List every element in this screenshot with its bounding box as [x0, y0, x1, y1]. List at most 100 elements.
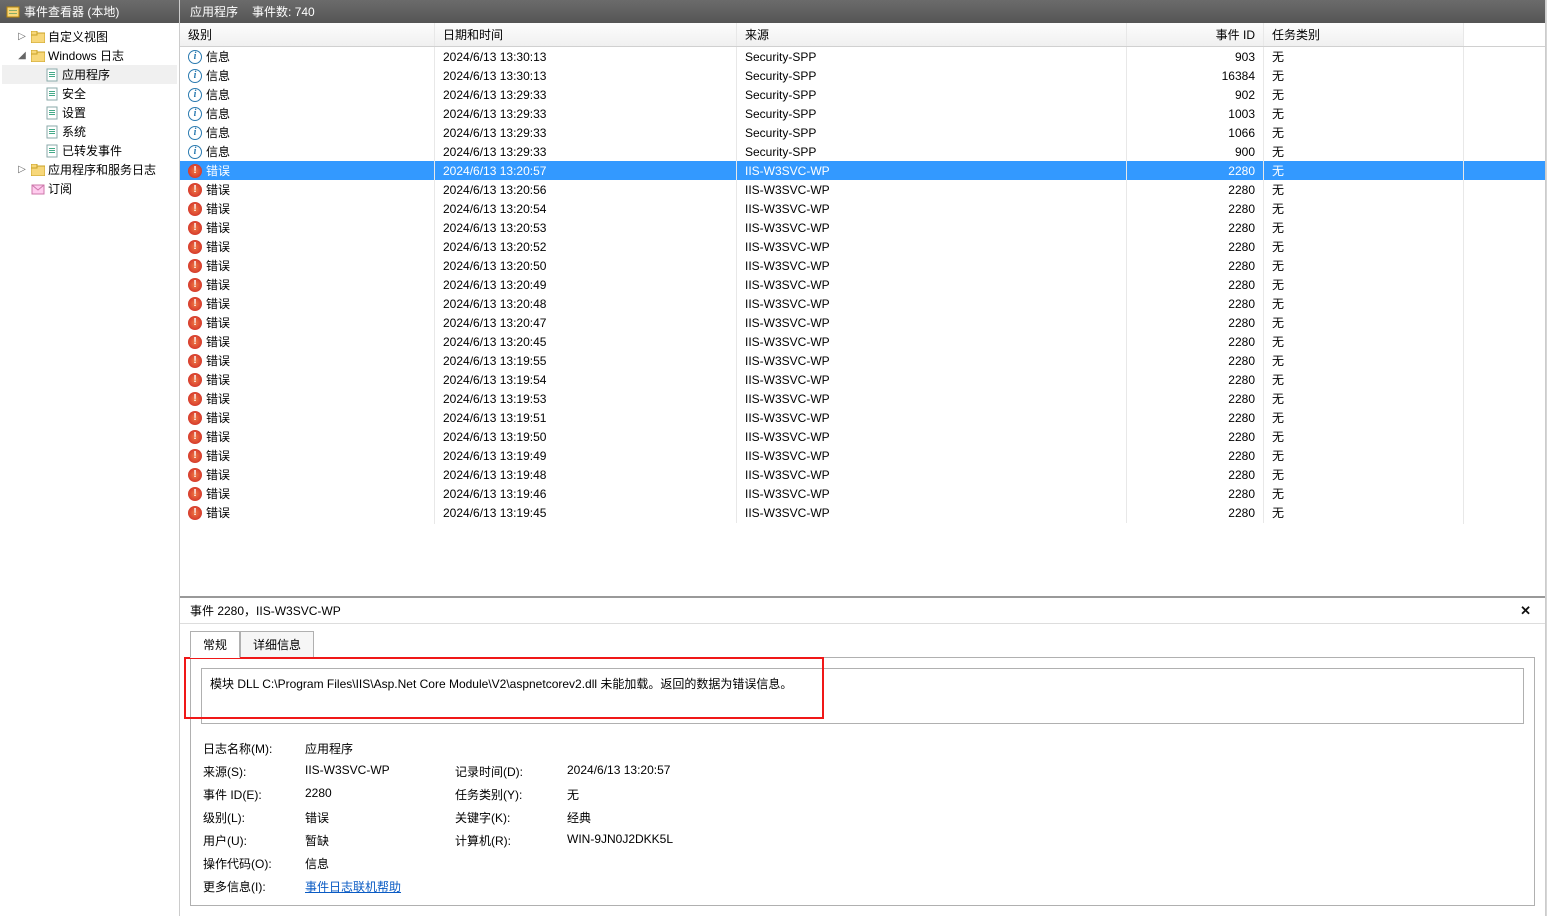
detail-message-box: 模块 DLL C:\Program Files\IIS\Asp.Net Core… [201, 668, 1524, 724]
folder-icon [30, 48, 46, 64]
tree-item-label: 系统 [62, 123, 86, 140]
k-event-id: 事件 ID(E): [203, 786, 303, 803]
cell-source: IIS-W3SVC-WP [745, 468, 830, 482]
cell-source: Security-SPP [745, 126, 816, 140]
v-keywords: 经典 [567, 809, 867, 826]
cell-source: IIS-W3SVC-WP [745, 259, 830, 273]
k-task-cat: 任务类别(Y): [455, 786, 565, 803]
cell-source: IIS-W3SVC-WP [745, 221, 830, 235]
cell-source: Security-SPP [745, 50, 816, 64]
cell-level: 错误 [206, 181, 230, 198]
twisty-icon[interactable]: ◢ [16, 50, 28, 61]
cell-event-id: 2280 [1228, 449, 1255, 463]
tab-details[interactable]: 详细信息 [240, 631, 314, 658]
cell-source: IIS-W3SVC-WP [745, 278, 830, 292]
cell-category: 无 [1272, 143, 1284, 160]
tree-item-label: 应用程序 [62, 66, 110, 83]
detail-close-button[interactable]: ✕ [1516, 603, 1535, 619]
tree-item-windows-logs[interactable]: ◢ Windows 日志 [2, 46, 177, 65]
col-date[interactable]: 日期和时间 [435, 23, 737, 46]
cell-event-id: 1066 [1228, 126, 1255, 140]
cell-level: 错误 [206, 238, 230, 255]
detail-title: 事件 2280，IIS-W3SVC-WP [190, 602, 1516, 619]
tree-item-security[interactable]: 安全 [2, 84, 177, 103]
cell-level: 错误 [206, 200, 230, 217]
log-icon [44, 86, 60, 102]
more-info-link[interactable]: 事件日志联机帮助 [305, 880, 401, 894]
cell-event-id: 2280 [1228, 392, 1255, 406]
sidebar-header: 事件查看器 (本地) [0, 0, 179, 23]
error-icon [188, 468, 202, 482]
info-icon [188, 107, 202, 121]
cell-source: IIS-W3SVC-WP [745, 240, 830, 254]
cell-category: 无 [1272, 105, 1284, 122]
cell-event-id: 2280 [1228, 259, 1255, 273]
cell-source: IIS-W3SVC-WP [745, 202, 830, 216]
cell-category: 无 [1272, 48, 1284, 65]
error-icon [188, 354, 202, 368]
tree-item-label: 已转发事件 [62, 142, 122, 159]
tree-item-forwarded[interactable]: 已转发事件 [2, 141, 177, 160]
cell-category: 无 [1272, 257, 1284, 274]
cell-level: 信息 [206, 105, 230, 122]
cell-event-id: 2280 [1228, 430, 1255, 444]
tree-item-label: 自定义视图 [48, 28, 108, 45]
error-icon [188, 240, 202, 254]
cell-date: 2024/6/13 13:20:49 [443, 278, 546, 292]
cell-source: IIS-W3SVC-WP [745, 183, 830, 197]
v-opcode: 信息 [305, 855, 453, 872]
cell-source: Security-SPP [745, 88, 816, 102]
tree-item-custom-views[interactable]: ▷ 自定义视图 [2, 27, 177, 46]
k-logged: 记录时间(D): [455, 763, 565, 780]
tree-item-subscriptions[interactable]: 订阅 [2, 179, 177, 198]
cell-date: 2024/6/13 13:20:47 [443, 316, 546, 330]
twisty-icon[interactable]: ▷ [16, 164, 28, 175]
cell-level: 错误 [206, 276, 230, 293]
tree-item-setup[interactable]: 设置 [2, 103, 177, 122]
tab-general[interactable]: 常规 [190, 631, 240, 658]
table-row[interactable]: 错误2024/6/13 13:19:45IIS-W3SVC-WP2280无 [180, 503, 1545, 522]
tree-item-app-service-logs[interactable]: ▷应用程序和服务日志 [2, 160, 177, 179]
error-icon [188, 164, 202, 178]
tree-item-application[interactable]: 应用程序 [2, 65, 177, 84]
info-icon [188, 50, 202, 64]
grid-rows[interactable]: 信息2024/6/13 13:30:13Security-SPP903无信息20… [180, 47, 1545, 532]
col-source[interactable]: 来源 [737, 23, 1127, 46]
cell-event-id: 2280 [1228, 487, 1255, 501]
col-event-id[interactable]: 事件 ID [1127, 23, 1264, 46]
cell-category: 无 [1272, 238, 1284, 255]
tree-item-label: Windows 日志 [48, 47, 124, 64]
event-count: 事件数: 740 [252, 3, 315, 20]
error-icon [188, 278, 202, 292]
col-category[interactable]: 任务类别 [1264, 23, 1464, 46]
cell-date: 2024/6/13 13:19:49 [443, 449, 546, 463]
tree-item-system[interactable]: 系统 [2, 122, 177, 141]
col-level[interactable]: 级别 [180, 23, 435, 46]
cell-event-id: 2280 [1228, 411, 1255, 425]
cell-source: IIS-W3SVC-WP [745, 316, 830, 330]
cell-source: IIS-W3SVC-WP [745, 335, 830, 349]
cell-source: IIS-W3SVC-WP [745, 487, 830, 501]
sidebar-title: 事件查看器 (本地) [24, 3, 119, 20]
cell-level: 错误 [206, 219, 230, 236]
v-level: 错误 [305, 809, 453, 826]
cell-event-id: 2280 [1228, 506, 1255, 520]
log-icon [44, 143, 60, 159]
detail-pane: 事件 2280，IIS-W3SVC-WP ✕ 常规 详细信息 模块 DLL C:… [180, 596, 1545, 916]
k-log-name: 日志名称(M): [203, 740, 303, 757]
cell-date: 2024/6/13 13:20:52 [443, 240, 546, 254]
v-logged: 2024/6/13 13:20:57 [567, 763, 867, 780]
cell-category: 无 [1272, 428, 1284, 445]
cell-date: 2024/6/13 13:20:57 [443, 164, 546, 178]
twisty-icon[interactable]: ▷ [16, 31, 28, 42]
detail-fields: 日志名称(M): 应用程序 来源(S): IIS-W3SVC-WP 记录时间(D… [201, 740, 1524, 895]
cell-category: 无 [1272, 390, 1284, 407]
cell-category: 无 [1272, 276, 1284, 293]
cell-level: 错误 [206, 333, 230, 350]
detail-message: 模块 DLL C:\Program Files\IIS\Asp.Net Core… [210, 677, 792, 691]
tree-sidebar: 事件查看器 (本地) ▷ 自定义视图 ◢ Windows 日志应用程序安全设置系统已转… [0, 0, 180, 916]
cell-event-id: 2280 [1228, 354, 1255, 368]
cell-event-id: 2280 [1228, 373, 1255, 387]
cell-level: 错误 [206, 352, 230, 369]
cell-category: 无 [1272, 219, 1284, 236]
